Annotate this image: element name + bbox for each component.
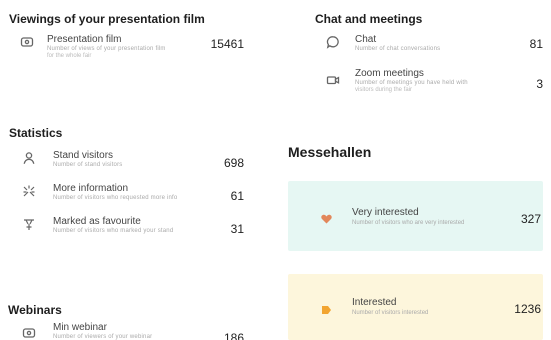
stat-value: 81 — [529, 37, 543, 51]
monitor-icon — [20, 35, 34, 49]
card-description: Number of visitors interested — [352, 310, 429, 316]
stat-value: 61 — [230, 189, 244, 203]
video-camera-icon — [326, 73, 340, 87]
stat-label: More information — [53, 183, 129, 194]
stat-label: Marked as favourite — [53, 216, 141, 227]
stat-label: Presentation film — [47, 34, 122, 45]
chat-section-title: Chat and meetings — [315, 12, 423, 26]
stat-value: 698 — [223, 156, 244, 170]
stat-value: 3 — [536, 77, 543, 91]
sparkle-icon — [22, 184, 36, 198]
favourite-icon — [22, 217, 36, 231]
heart-icon — [321, 211, 332, 224]
stat-description: Number of stand visitors — [53, 162, 123, 168]
stat-label: Zoom meetings — [355, 68, 424, 79]
stat-row-webinar: Min webinar Number of viewers of your we… — [22, 322, 244, 340]
stat-row-chat: Chat Number of chat conversations 81 — [326, 34, 543, 62]
stat-description: Number of chat conversations — [355, 46, 441, 52]
stat-row-zoom-meetings: Zoom meetings Number of meetings you hav… — [326, 68, 543, 96]
stat-row-marked-favourite: Marked as favourite Number of visitors w… — [22, 216, 244, 244]
stat-row-stand-visitors: Stand visitors Number of stand visitors … — [22, 150, 244, 178]
stat-row-more-information: More information Number of visitors who … — [22, 183, 244, 211]
monitor-icon — [22, 326, 36, 340]
webinars-section-title: Webinars — [8, 303, 62, 317]
chat-bubble-icon — [326, 35, 340, 49]
stat-description-2: for the whole fair — [47, 53, 92, 59]
interested-card: Interested Number of visitors interested… — [288, 274, 543, 340]
stat-label: Stand visitors — [53, 150, 114, 161]
statistics-section-title: Statistics — [9, 126, 63, 140]
stat-value: 186 — [223, 331, 244, 340]
stat-label: Chat — [355, 34, 377, 45]
card-value: 327 — [520, 212, 541, 226]
stat-row-presentation-film: Presentation film Number of views of you… — [20, 34, 244, 62]
card-label: Interested — [352, 297, 397, 308]
card-value: 1236 — [514, 302, 541, 316]
person-icon — [22, 151, 36, 165]
bookmark-icon — [321, 302, 332, 314]
stat-description: Number of visitors who requested more in… — [53, 195, 178, 201]
stat-description: Number of visitors who marked your stand — [53, 228, 174, 234]
very-interested-card: Very interested Number of visitors who a… — [288, 181, 543, 251]
stat-value: 15461 — [210, 37, 244, 51]
stat-value: 31 — [230, 222, 244, 236]
viewings-section-title: Viewings of your presentation film — [9, 12, 205, 26]
card-description: Number of visitors who are very interest… — [352, 220, 465, 226]
stat-description: Number of views of your presentation fil… — [47, 46, 166, 52]
stat-description: Number of meetings you have held with — [355, 80, 468, 86]
messehallen-title: Messehallen — [288, 144, 372, 160]
stat-description: Number of viewers of your webinar — [53, 334, 153, 340]
stat-label: Min webinar — [53, 322, 107, 333]
card-label: Very interested — [352, 207, 419, 218]
stat-description-2: visitors during the fair — [355, 87, 413, 93]
